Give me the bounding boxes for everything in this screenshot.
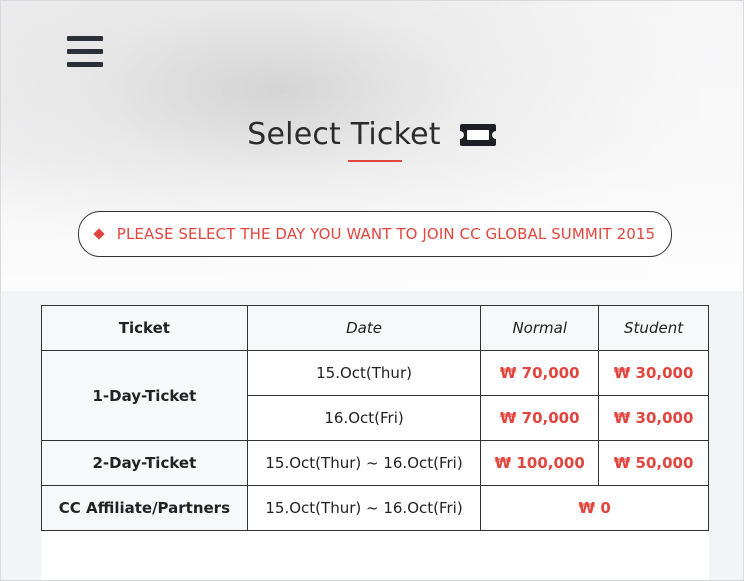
ticket-panel: Ticket Date Normal Student 1-Day-Ticket … bbox=[41, 305, 709, 580]
combined-price-cell[interactable]: ₩ 0 bbox=[480, 485, 709, 531]
date-cell[interactable]: 15.Oct(Thur) ~ 16.Oct(Fri) bbox=[246, 440, 482, 486]
normal-price-cell[interactable]: ₩ 70,000 bbox=[480, 395, 600, 441]
table-row[interactable]: 2-Day-Ticket 15.Oct(Thur) ~ 16.Oct(Fri) … bbox=[41, 440, 709, 486]
student-price-cell[interactable]: ₩ 30,000 bbox=[598, 350, 709, 396]
ticket-type-cell: 2-Day-Ticket bbox=[41, 440, 248, 486]
header-student: Student bbox=[598, 305, 709, 351]
table-row[interactable]: CC Affiliate/Partners 15.Oct(Thur) ~ 16.… bbox=[41, 485, 709, 531]
notice-text: PLEASE SELECT THE DAY YOU WANT TO JOIN C… bbox=[116, 225, 656, 243]
header-normal: Normal bbox=[480, 305, 600, 351]
date-cell[interactable]: 16.Oct(Fri) bbox=[246, 395, 482, 441]
ticket-table: Ticket Date Normal Student 1-Day-Ticket … bbox=[41, 305, 709, 531]
normal-price-cell[interactable]: ₩ 70,000 bbox=[480, 350, 600, 396]
hamburger-menu-icon[interactable] bbox=[67, 36, 103, 68]
date-cell[interactable]: 15.Oct(Thur) bbox=[246, 350, 482, 396]
page-title: Select Ticket bbox=[247, 117, 441, 152]
title-area: Select Ticket bbox=[1, 117, 743, 152]
header-date: Date bbox=[246, 305, 482, 351]
ticket-type-cell: CC Affiliate/Partners bbox=[41, 485, 248, 531]
ticket-type-cell: 1-Day-Ticket bbox=[41, 350, 248, 441]
header-ticket: Ticket bbox=[41, 305, 248, 351]
student-price-cell[interactable]: ₩ 50,000 bbox=[598, 440, 709, 486]
student-price-cell[interactable]: ₩ 30,000 bbox=[598, 395, 709, 441]
table-row[interactable]: 1-Day-Ticket 15.Oct(Thur) ₩ 70,000 ₩ 30,… bbox=[41, 350, 709, 441]
title-underline bbox=[348, 160, 402, 162]
table-header-row: Ticket Date Normal Student bbox=[41, 305, 709, 351]
diamond-bullet-icon bbox=[93, 228, 105, 240]
ticket-icon bbox=[459, 123, 496, 146]
date-cell[interactable]: 15.Oct(Thur) ~ 16.Oct(Fri) bbox=[246, 485, 482, 531]
normal-price-cell[interactable]: ₩ 100,000 bbox=[480, 440, 600, 486]
notice-banner: PLEASE SELECT THE DAY YOU WANT TO JOIN C… bbox=[78, 211, 672, 257]
page-frame: Select Ticket PLEASE SELECT THE DAY YOU … bbox=[0, 0, 744, 581]
